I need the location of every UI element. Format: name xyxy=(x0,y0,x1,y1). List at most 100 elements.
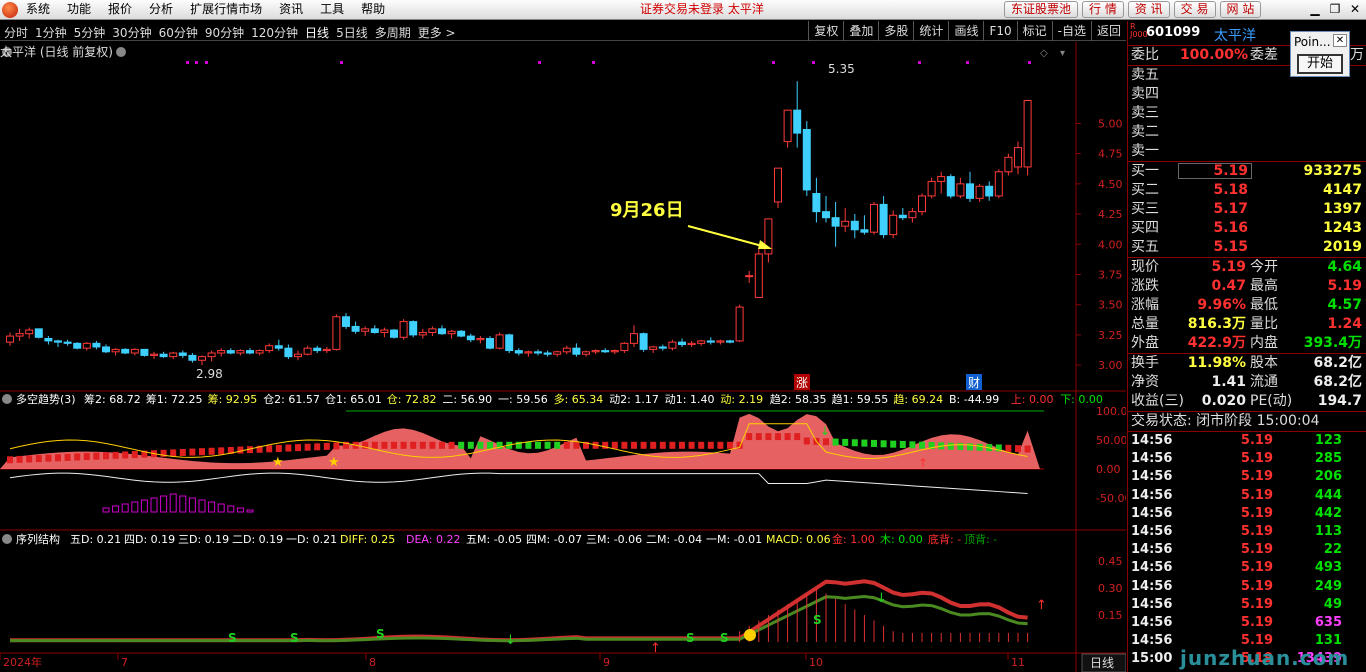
low-price-label: 2.98 xyxy=(196,367,223,381)
svg-text:50.00: 50.00 xyxy=(1096,434,1126,447)
svg-text:S: S xyxy=(228,631,237,645)
tool-button[interactable]: 返回 xyxy=(1090,21,1126,41)
rzrq-badge: R J000 xyxy=(1130,22,1148,39)
svg-text:木: 0.00: 木: 0.00 xyxy=(880,533,923,546)
candle-body xyxy=(562,347,571,353)
popup-close-icon[interactable]: ✕ xyxy=(1333,34,1347,47)
menu-item[interactable]: 分析 xyxy=(149,2,173,17)
start-button[interactable]: 开始 xyxy=(1297,54,1343,74)
tick-row: 14:56 5.19 285 xyxy=(1131,451,1342,467)
candle-body xyxy=(889,214,898,236)
tool-button[interactable]: 标记 xyxy=(1016,21,1052,41)
top-button[interactable]: 交 易 xyxy=(1173,1,1216,18)
top-button[interactable]: 行 情 xyxy=(1082,1,1124,18)
tool-button[interactable]: 复权 xyxy=(808,21,843,41)
menu-item[interactable]: 资讯 xyxy=(279,2,303,17)
candle-body xyxy=(937,176,946,182)
candle-body xyxy=(870,203,878,233)
svg-text:DEA: 0.22: DEA: 0.22 xyxy=(406,533,460,546)
period-tab[interactable]: 120分钟 xyxy=(251,24,298,41)
indicator1-menu-icon[interactable] xyxy=(2,394,12,404)
svg-text:日线: 日线 xyxy=(1090,656,1114,670)
period-tab[interactable]: 5分钟 xyxy=(74,24,106,41)
menu-item[interactable]: 功能 xyxy=(67,2,91,17)
menu-item[interactable]: 工具 xyxy=(320,2,344,17)
tick-list[interactable]: 14:56 5.19 123 14:56 5.19 285 14:56 5.19 206 14:5… xyxy=(1128,432,1366,668)
fundamental-stats: 换手 11.98% 股本 68.2亿 净资 1.41 流通 68.2亿 收益(三) 0.020 PE… xyxy=(1128,354,1366,411)
period-tab[interactable]: 1分钟 xyxy=(35,24,67,41)
top-button[interactable]: 资 讯 xyxy=(1127,1,1170,18)
main-menu: 系统 功能 报价 分析 扩展行情市场 资讯 工具 帮助 xyxy=(26,2,402,17)
indicator2-menu-icon[interactable] xyxy=(2,534,12,544)
candle-body xyxy=(985,185,994,197)
candle-body xyxy=(793,109,802,134)
period-tab[interactable]: 多周期 xyxy=(375,24,411,41)
tick-row: 14:56 5.19 206 xyxy=(1131,469,1342,485)
svg-text:9: 9 xyxy=(603,656,610,669)
tool-button[interactable]: 多股 xyxy=(878,21,913,41)
chart-expand-icon[interactable]: ◇ xyxy=(1040,48,1048,59)
buy-row: 买一 5.19 933275 xyxy=(1131,163,1362,179)
period-tab[interactable]: 更多 > xyxy=(418,24,456,41)
svg-text:★: ★ xyxy=(328,455,340,470)
candle-body xyxy=(418,331,427,336)
tool-button[interactable]: -自选 xyxy=(1051,21,1091,41)
svg-text:一D: 0.21: 一D: 0.21 xyxy=(286,533,337,546)
minimize-icon[interactable]: ▁ xyxy=(1306,2,1324,18)
chart-tools: 复权 叠加 多股 统计 画线 F10 标记 -自选 返回 xyxy=(808,21,1126,41)
candle-body xyxy=(745,275,754,278)
tick-row: 14:56 5.19 249 xyxy=(1131,578,1342,594)
period-tab[interactable]: 90分钟 xyxy=(205,24,244,41)
candle-body xyxy=(610,350,619,353)
candle-body xyxy=(774,167,782,203)
svg-text:五M: -0.05: 五M: -0.05 xyxy=(466,533,522,546)
kline-chart-area[interactable]: ▾ 太平洋 (日线 前复权) ◇ ▾ 5.004.754.504.254.003… xyxy=(0,42,1126,672)
candle-body xyxy=(620,342,629,352)
menu-item[interactable]: 系统 xyxy=(26,2,50,17)
svg-text:多: 65.34: 多: 65.34 xyxy=(554,392,604,406)
candle-body xyxy=(534,351,542,354)
svg-text:B: -44.99: B: -44.99 xyxy=(949,393,999,406)
svg-text:5.00: 5.00 xyxy=(1098,117,1123,130)
svg-text:动: 2.19: 动: 2.19 xyxy=(720,393,763,406)
restore-icon[interactable]: ❐ xyxy=(1326,2,1344,18)
candle-body xyxy=(754,253,763,298)
svg-text:底背: -: 底背: - xyxy=(928,532,961,546)
period-tab[interactable]: 60分钟 xyxy=(159,24,198,41)
chart-dropdown-icon[interactable]: ▾ xyxy=(1060,48,1065,59)
svg-text:财: 财 xyxy=(968,376,980,390)
candle-body xyxy=(284,347,293,358)
candle-body xyxy=(73,342,82,349)
svg-text:3.75: 3.75 xyxy=(1098,268,1123,281)
stat-row: 外盘 422.9万 内盘 393.4万 xyxy=(1131,335,1362,351)
tool-button[interactable]: 画线 xyxy=(948,21,983,41)
period-tab[interactable]: 5日线 xyxy=(336,24,368,41)
period-tab[interactable]: 30分钟 xyxy=(112,24,151,41)
svg-text:4.25: 4.25 xyxy=(1098,208,1123,221)
tool-button[interactable]: 统计 xyxy=(913,21,948,41)
svg-text:涨: 涨 xyxy=(796,375,808,390)
svg-text:趋1: 59.55: 趋1: 59.55 xyxy=(832,393,889,406)
candle-body xyxy=(822,211,830,219)
candle-body xyxy=(178,352,187,356)
menu-item[interactable]: 帮助 xyxy=(361,2,385,17)
period-tab[interactable]: 日线 xyxy=(305,24,329,41)
candle-body xyxy=(706,340,715,343)
candle-body xyxy=(476,338,485,341)
candle-body xyxy=(217,350,226,354)
svg-text:DIFF: 0.25: DIFF: 0.25 xyxy=(340,533,395,546)
menu-item[interactable]: 报价 xyxy=(108,2,132,17)
svg-text:筹2: 68.72: 筹2: 68.72 xyxy=(84,392,141,406)
svg-text:4.00: 4.00 xyxy=(1098,238,1123,251)
top-button[interactable]: 东证股票池 xyxy=(1004,1,1079,18)
period-tab[interactable]: 分时 xyxy=(4,24,28,41)
candle-body xyxy=(255,350,264,354)
top-button[interactable]: 网 站 xyxy=(1219,1,1262,18)
menu-item[interactable]: 扩展行情市场 xyxy=(190,2,262,17)
chart-options-icon[interactable] xyxy=(116,47,126,57)
close-icon[interactable]: ✕ xyxy=(1346,2,1364,18)
svg-text:S: S xyxy=(813,613,822,627)
tool-button[interactable]: F10 xyxy=(983,21,1016,41)
tool-button[interactable]: 叠加 xyxy=(843,21,878,41)
candle-body xyxy=(591,350,600,353)
